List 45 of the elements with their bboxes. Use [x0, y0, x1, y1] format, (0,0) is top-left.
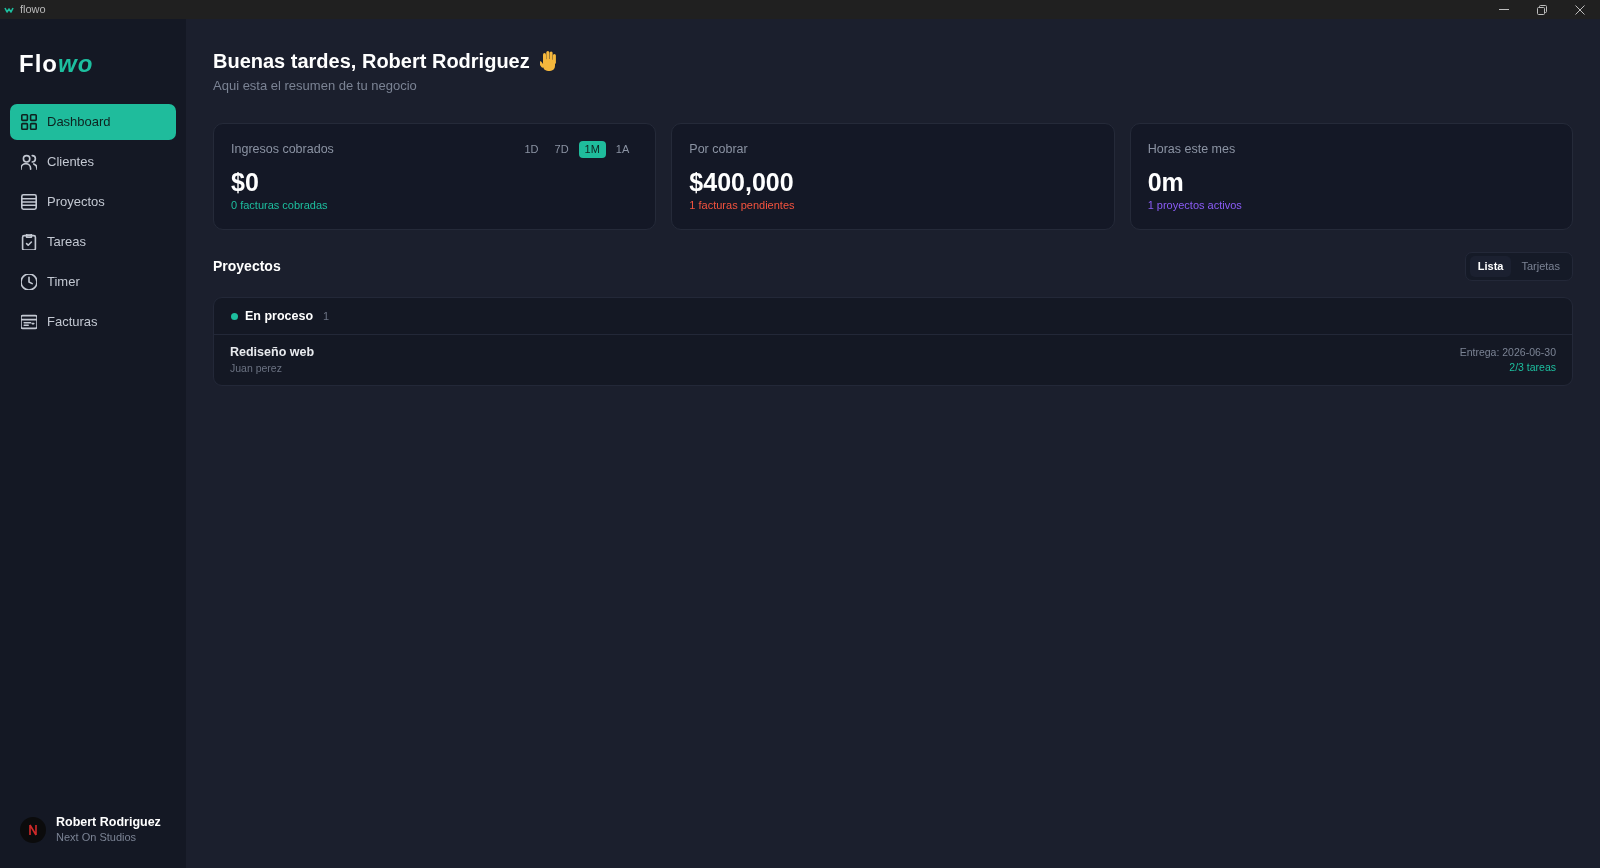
stat-note: 1 proyectos activos [1147, 198, 1242, 212]
stat-label: Por cobrar [689, 141, 748, 157]
clock-icon [21, 274, 37, 290]
period-tab[interactable]: 1M [578, 140, 606, 158]
project-task-count: 2/3 tareas [1509, 360, 1556, 375]
invoice-icon [21, 314, 37, 330]
company-logo-icon [20, 816, 46, 843]
stat-note: 1 facturas pendientes [689, 198, 795, 212]
view-tab[interactable]: Tarjetas [1513, 256, 1568, 277]
nav-item[interactable]: Proyectos [10, 184, 176, 220]
company-name: Next On Studios [56, 830, 138, 845]
clipboard-check-icon [21, 234, 37, 250]
group-count: 1 [323, 308, 330, 324]
app-logo-icon [4, 5, 14, 14]
stat-value: $400,000 [689, 167, 794, 197]
list-icon [21, 194, 37, 210]
view-tab[interactable]: Lista [1469, 256, 1512, 277]
period-tab[interactable]: 1D [518, 140, 545, 158]
nav-item[interactable]: Timer [10, 264, 176, 300]
user-name: Robert Rodriguez [56, 814, 161, 830]
stat-label: Ingresos cobrados [231, 141, 334, 157]
stat-value: $0 [231, 167, 259, 197]
app-logo: Flowo [19, 51, 94, 77]
project-client: Juan perez [230, 361, 283, 376]
nav-item[interactable]: Facturas [10, 304, 176, 340]
nav-item[interactable]: Dashboard [10, 104, 176, 140]
greeting-subtitle: Aqui esta el resumen de tu negocio [213, 77, 417, 95]
stat-note: 0 facturas cobradas [231, 198, 328, 212]
nav-item[interactable]: Clientes [10, 144, 176, 180]
group-name: En proceso [245, 307, 314, 325]
project-name[interactable]: Rediseño web [230, 344, 315, 361]
period-tab[interactable]: 7D [548, 140, 575, 158]
close-icon[interactable] [1575, 4, 1585, 15]
stat-value: 0m [1147, 167, 1184, 197]
period-tab[interactable]: 1A [609, 140, 636, 158]
greeting-heading: Buenas tardes, Robert Rodriguez [213, 49, 530, 74]
grid-icon [21, 114, 37, 130]
hand-icon [539, 51, 558, 71]
nav-item[interactable]: Tareas [10, 224, 176, 260]
users-icon [21, 154, 37, 170]
window-title: flowo [20, 2, 46, 18]
project-due-date: Entrega: 2026-06-30 [1459, 345, 1556, 360]
stat-label: Horas este mes [1147, 141, 1236, 157]
restore-icon[interactable] [1537, 4, 1547, 15]
section-heading: Proyectos [213, 257, 281, 276]
